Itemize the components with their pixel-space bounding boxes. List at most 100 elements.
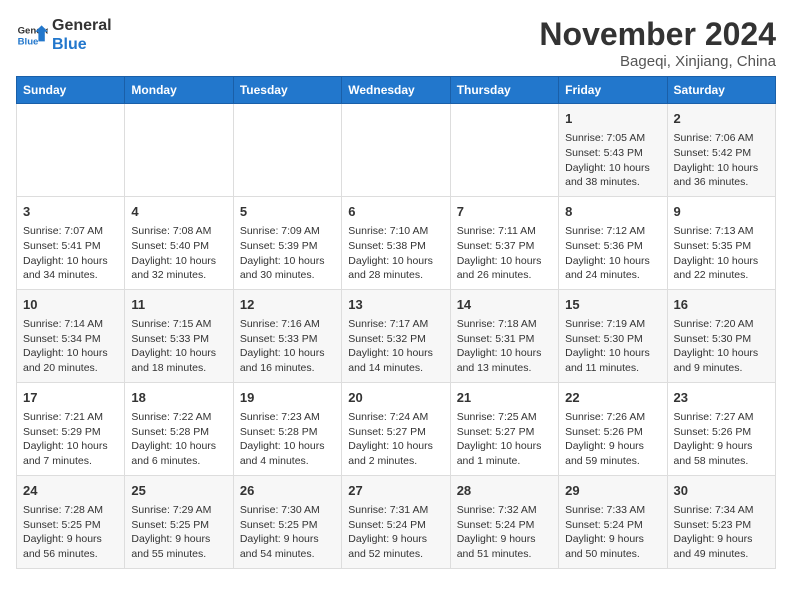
day-info: Sunrise: 7:31 AM Sunset: 5:24 PM Dayligh…	[348, 503, 443, 562]
day-info: Sunrise: 7:24 AM Sunset: 5:27 PM Dayligh…	[348, 410, 443, 469]
calendar-cell: 8Sunrise: 7:12 AM Sunset: 5:36 PM Daylig…	[559, 196, 667, 289]
week-row-1: 1 Sunrise: 7:05 AM Sunset: 5:43 PM Daylig…	[17, 104, 776, 197]
calendar-cell: 27 Sunrise: 7:31 AM Sunset: 5:24 PM Dayli…	[342, 475, 450, 568]
day-info: Sunrise: 7:17 AM Sunset: 5:32 PM Dayligh…	[348, 317, 443, 376]
logo-general-text: General	[52, 16, 112, 35]
day-number: 17	[23, 389, 118, 407]
day-number: 30	[674, 482, 769, 500]
day-number: 18	[131, 389, 226, 407]
calendar-cell	[125, 104, 233, 197]
calendar-cell: 17 Sunrise: 7:21 AM Sunset: 5:29 PM Dayli…	[17, 382, 125, 475]
day-info: Sunrise: 7:09 AM Sunset: 5:39 PM Dayligh…	[240, 224, 335, 283]
day-number: 11	[131, 296, 226, 314]
day-number: 1	[565, 110, 660, 128]
weekday-header-friday: Friday	[559, 77, 667, 104]
day-number: 9	[674, 203, 769, 221]
day-number: 14	[457, 296, 552, 314]
day-info: Sunrise: 7:22 AM Sunset: 5:28 PM Dayligh…	[131, 410, 226, 469]
title-block: November 2024 Bageqi, Xinjiang, China	[539, 16, 776, 70]
day-number: 28	[457, 482, 552, 500]
weekday-header-sunday: Sunday	[17, 77, 125, 104]
calendar-cell: 14Sunrise: 7:18 AM Sunset: 5:31 PM Dayli…	[450, 289, 558, 382]
calendar-cell: 21 Sunrise: 7:25 AM Sunset: 5:27 PM Dayli…	[450, 382, 558, 475]
day-info: Sunrise: 7:19 AM Sunset: 5:30 PM Dayligh…	[565, 317, 660, 376]
weekday-header-thursday: Thursday	[450, 77, 558, 104]
day-number: 4	[131, 203, 226, 221]
day-info: Sunrise: 7:14 AM Sunset: 5:34 PM Dayligh…	[23, 317, 118, 376]
day-number: 20	[348, 389, 443, 407]
weekday-header-saturday: Saturday	[667, 77, 775, 104]
calendar-cell: 3 Sunrise: 7:07 AM Sunset: 5:41 PM Daylig…	[17, 196, 125, 289]
day-number: 29	[565, 482, 660, 500]
calendar-cell: 24 Sunrise: 7:28 AM Sunset: 5:25 PM Dayli…	[17, 475, 125, 568]
calendar-cell: 15 Sunrise: 7:19 AM Sunset: 5:30 PM Dayli…	[559, 289, 667, 382]
day-number: 23	[674, 389, 769, 407]
day-number: 19	[240, 389, 335, 407]
weekday-header-monday: Monday	[125, 77, 233, 104]
day-info: Sunrise: 7:27 AM Sunset: 5:26 PM Dayligh…	[674, 410, 769, 469]
calendar-cell: 4 Sunrise: 7:08 AM Sunset: 5:40 PM Daylig…	[125, 196, 233, 289]
week-row-5: 24 Sunrise: 7:28 AM Sunset: 5:25 PM Dayli…	[17, 475, 776, 568]
day-info: Sunrise: 7:32 AM Sunset: 5:24 PM Dayligh…	[457, 503, 552, 562]
day-info: Sunrise: 7:15 AM Sunset: 5:33 PM Dayligh…	[131, 317, 226, 376]
day-number: 12	[240, 296, 335, 314]
calendar-cell: 7 Sunrise: 7:11 AM Sunset: 5:37 PM Daylig…	[450, 196, 558, 289]
day-info: Sunrise: 7:13 AM Sunset: 5:35 PM Dayligh…	[674, 224, 769, 283]
day-number: 10	[23, 296, 118, 314]
day-number: 22	[565, 389, 660, 407]
calendar-table: SundayMondayTuesdayWednesdayThursdayFrid…	[16, 76, 776, 569]
calendar-cell: 13 Sunrise: 7:17 AM Sunset: 5:32 PM Dayli…	[342, 289, 450, 382]
day-info: Sunrise: 7:12 AM Sunset: 5:36 PM Dayligh…	[565, 224, 660, 283]
weekday-header-tuesday: Tuesday	[233, 77, 341, 104]
page-header: General Blue General Blue November 2024 …	[16, 16, 776, 70]
calendar-cell: 2Sunrise: 7:06 AM Sunset: 5:42 PM Daylig…	[667, 104, 775, 197]
calendar-cell	[17, 104, 125, 197]
calendar-cell: 11 Sunrise: 7:15 AM Sunset: 5:33 PM Dayli…	[125, 289, 233, 382]
calendar-cell: 5 Sunrise: 7:09 AM Sunset: 5:39 PM Daylig…	[233, 196, 341, 289]
month-title: November 2024	[539, 16, 776, 53]
day-info: Sunrise: 7:25 AM Sunset: 5:27 PM Dayligh…	[457, 410, 552, 469]
calendar-cell: 19 Sunrise: 7:23 AM Sunset: 5:28 PM Dayli…	[233, 382, 341, 475]
calendar-cell: 28 Sunrise: 7:32 AM Sunset: 5:24 PM Dayli…	[450, 475, 558, 568]
calendar-cell: 30 Sunrise: 7:34 AM Sunset: 5:23 PM Dayli…	[667, 475, 775, 568]
calendar-cell: 20 Sunrise: 7:24 AM Sunset: 5:27 PM Dayli…	[342, 382, 450, 475]
weekday-header-wednesday: Wednesday	[342, 77, 450, 104]
day-number: 27	[348, 482, 443, 500]
day-info: Sunrise: 7:30 AM Sunset: 5:25 PM Dayligh…	[240, 503, 335, 562]
day-info: Sunrise: 7:20 AM Sunset: 5:30 PM Dayligh…	[674, 317, 769, 376]
day-number: 21	[457, 389, 552, 407]
day-number: 15	[565, 296, 660, 314]
day-number: 5	[240, 203, 335, 221]
day-info: Sunrise: 7:23 AM Sunset: 5:28 PM Dayligh…	[240, 410, 335, 469]
day-info: Sunrise: 7:34 AM Sunset: 5:23 PM Dayligh…	[674, 503, 769, 562]
day-info: Sunrise: 7:06 AM Sunset: 5:42 PM Dayligh…	[674, 131, 769, 190]
day-info: Sunrise: 7:07 AM Sunset: 5:41 PM Dayligh…	[23, 224, 118, 283]
day-info: Sunrise: 7:21 AM Sunset: 5:29 PM Dayligh…	[23, 410, 118, 469]
day-info: Sunrise: 7:26 AM Sunset: 5:26 PM Dayligh…	[565, 410, 660, 469]
calendar-cell: 12Sunrise: 7:16 AM Sunset: 5:33 PM Dayli…	[233, 289, 341, 382]
week-row-4: 17 Sunrise: 7:21 AM Sunset: 5:29 PM Dayli…	[17, 382, 776, 475]
day-number: 13	[348, 296, 443, 314]
calendar-cell	[342, 104, 450, 197]
day-info: Sunrise: 7:08 AM Sunset: 5:40 PM Dayligh…	[131, 224, 226, 283]
day-info: Sunrise: 7:28 AM Sunset: 5:25 PM Dayligh…	[23, 503, 118, 562]
weekday-header-row: SundayMondayTuesdayWednesdayThursdayFrid…	[17, 77, 776, 104]
day-info: Sunrise: 7:33 AM Sunset: 5:24 PM Dayligh…	[565, 503, 660, 562]
calendar-cell: 22 Sunrise: 7:26 AM Sunset: 5:26 PM Dayli…	[559, 382, 667, 475]
location-text: Bageqi, Xinjiang, China	[539, 53, 776, 70]
day-info: Sunrise: 7:05 AM Sunset: 5:43 PM Dayligh…	[565, 131, 660, 190]
calendar-cell: 16Sunrise: 7:20 AM Sunset: 5:30 PM Dayli…	[667, 289, 775, 382]
calendar-cell	[233, 104, 341, 197]
day-number: 7	[457, 203, 552, 221]
calendar-cell: 10 Sunrise: 7:14 AM Sunset: 5:34 PM Dayli…	[17, 289, 125, 382]
calendar-cell: 25Sunrise: 7:29 AM Sunset: 5:25 PM Dayli…	[125, 475, 233, 568]
calendar-cell: 29 Sunrise: 7:33 AM Sunset: 5:24 PM Dayli…	[559, 475, 667, 568]
calendar-cell: 6Sunrise: 7:10 AM Sunset: 5:38 PM Daylig…	[342, 196, 450, 289]
day-number: 3	[23, 203, 118, 221]
calendar-cell: 9 Sunrise: 7:13 AM Sunset: 5:35 PM Daylig…	[667, 196, 775, 289]
day-info: Sunrise: 7:11 AM Sunset: 5:37 PM Dayligh…	[457, 224, 552, 283]
day-number: 24	[23, 482, 118, 500]
day-number: 6	[348, 203, 443, 221]
day-info: Sunrise: 7:29 AM Sunset: 5:25 PM Dayligh…	[131, 503, 226, 562]
logo-icon: General Blue	[16, 19, 48, 51]
